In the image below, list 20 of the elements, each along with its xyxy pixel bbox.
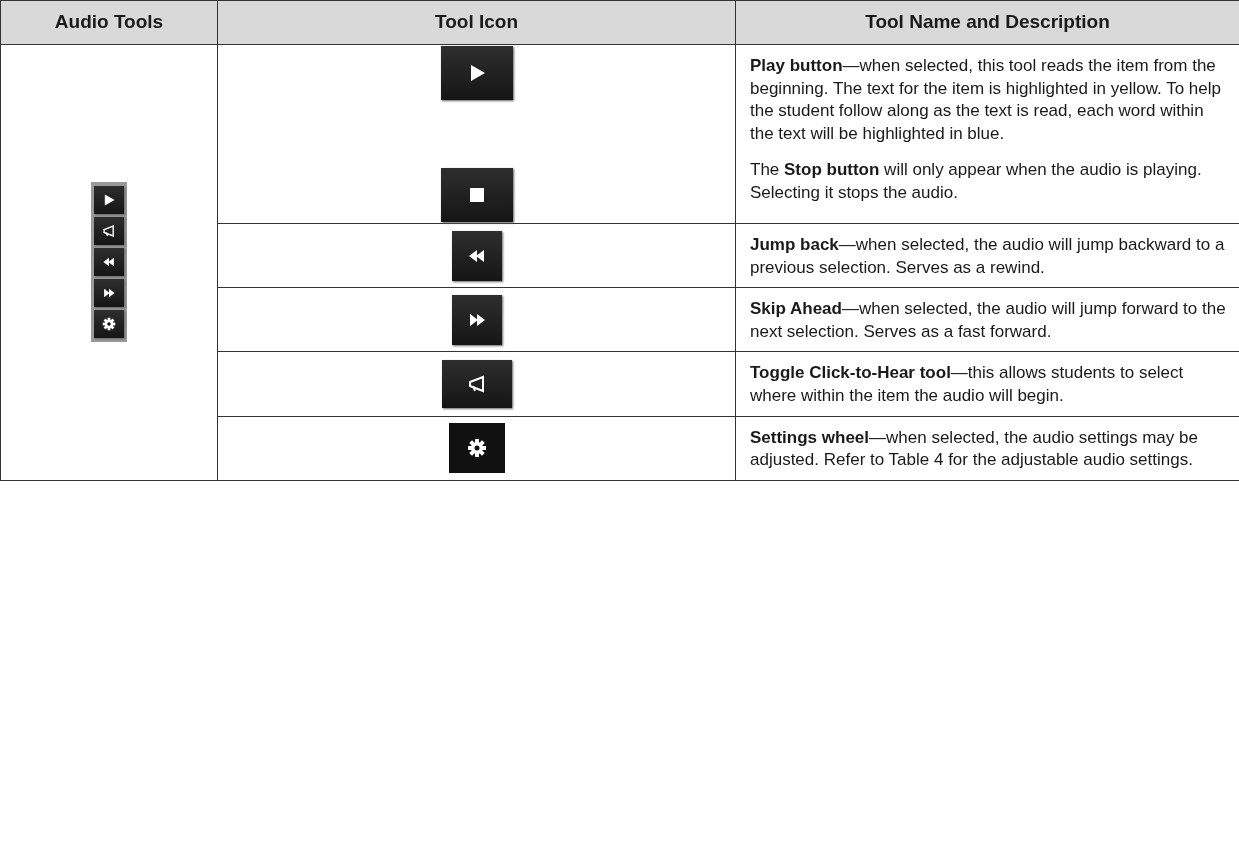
- column-header: Audio Tools: [0, 0, 218, 45]
- fast-forward-icon: [94, 279, 124, 308]
- play-icon: [440, 46, 513, 100]
- column-header: Tool Icon: [217, 0, 736, 45]
- tool-description: The Stop button will only appear when the audio is playing. Selecting it stops the audio.: [750, 159, 1203, 205]
- fast-forward-icon: [451, 294, 502, 345]
- tool-description: Toggle Click-to-Hear tool—this allows students to select where within the item the audio will begin.: [750, 362, 1185, 408]
- tool-description: Skip Ahead—when selected, the audio will jump forward to the next selection. Serves as a fast forward.: [750, 298, 1227, 343]
- stop-icon: [440, 168, 513, 222]
- gear-icon: [94, 310, 124, 339]
- megaphone-icon: [441, 360, 512, 409]
- gear-icon: [448, 423, 505, 474]
- rewind-icon: [94, 248, 124, 277]
- play-icon: [94, 186, 124, 215]
- rewind-icon: [451, 230, 502, 281]
- tool-description: Play button—when selected, this tool reads the item from the beginning. The text for the item is highlighted in yellow. To help the student follow along as the text is read, each word within the text will be highlighted in blue.: [750, 55, 1222, 145]
- megaphone-icon: [94, 217, 124, 246]
- column-header: Tool Name and Description: [735, 0, 1239, 45]
- tool-description: Settings wheel—when selected, the audio settings may be adjusted. Refer to Table 4 for the adjustable audio settings.: [750, 426, 1199, 472]
- tool-description: Jump back—when selected, the audio will jump backward to a previous selection. Serves as a rewind.: [750, 234, 1226, 279]
